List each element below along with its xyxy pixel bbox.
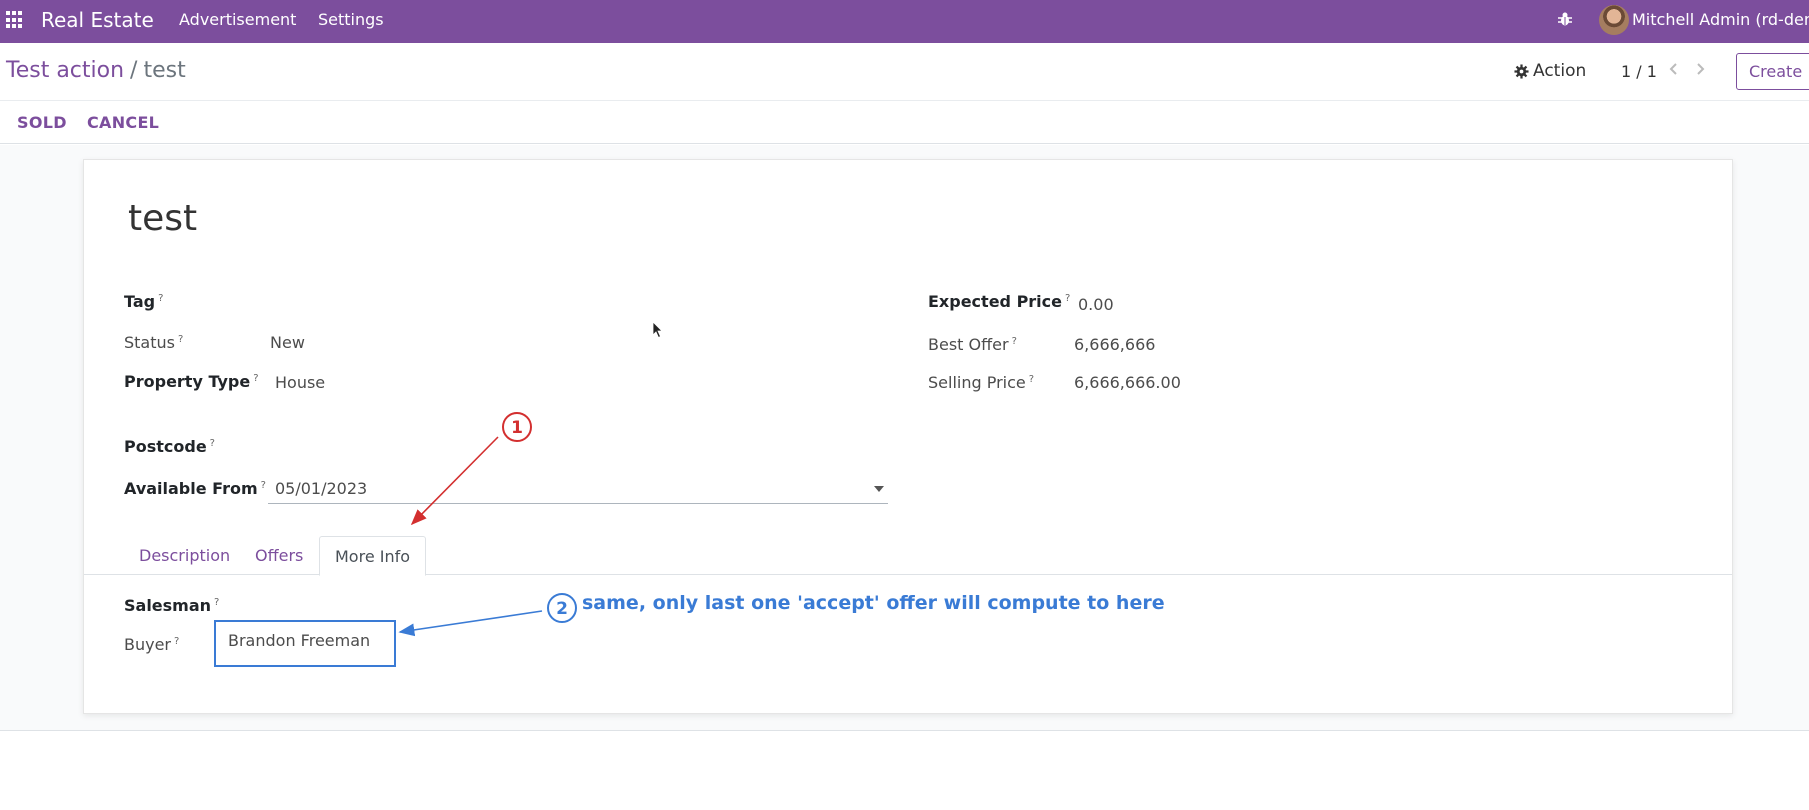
available-from-field[interactable]: 05/01/2023 — [268, 476, 888, 504]
app-brand[interactable]: Real Estate — [41, 8, 154, 32]
tag-label: Tag? — [124, 292, 164, 311]
help-icon[interactable]: ? — [214, 597, 219, 608]
buyer-label: Buyer? — [124, 635, 180, 654]
status-label: Status? — [124, 333, 184, 352]
pager-value[interactable]: 1 / 1 — [1621, 62, 1657, 81]
chevron-left-icon[interactable] — [1666, 60, 1682, 78]
app-grid-icon[interactable] — [6, 11, 24, 29]
sold-button[interactable]: SOLD — [17, 113, 67, 132]
breadcrumb-current: test — [143, 58, 186, 83]
salesman-label: Salesman? — [124, 596, 220, 615]
help-icon[interactable]: ? — [158, 293, 163, 304]
help-icon[interactable]: ? — [178, 334, 183, 345]
breadcrumb: Test action / test — [6, 58, 186, 83]
help-icon[interactable]: ? — [253, 373, 258, 384]
help-icon[interactable]: ? — [261, 480, 266, 491]
bug-icon[interactable] — [1556, 10, 1574, 28]
cancel-button[interactable]: CANCEL — [87, 113, 159, 132]
tab-more-info[interactable]: More Info — [319, 536, 427, 576]
help-icon[interactable]: ? — [1065, 293, 1070, 304]
expected-price-field[interactable]: 0.00 — [1078, 295, 1114, 314]
top-navbar: Real Estate Advertisement Settings Mitch… — [0, 0, 1809, 43]
menu-settings[interactable]: Settings — [318, 10, 384, 29]
record-title[interactable]: test — [128, 198, 197, 239]
expected-price-label: Expected Price? — [928, 292, 1071, 311]
gear-icon — [1514, 63, 1529, 79]
help-icon[interactable]: ? — [1029, 374, 1034, 385]
menu-advertisement[interactable]: Advertisement — [179, 10, 296, 29]
user-menu[interactable]: Mitchell Admin (rd-demo — [1632, 10, 1809, 29]
available-from-label: Available From? — [124, 479, 266, 498]
best-offer-label: Best Offer? — [928, 335, 1017, 354]
form-sheet: test Tag? Status? New Property Type? Hou… — [83, 159, 1733, 714]
help-icon[interactable]: ? — [210, 438, 215, 449]
available-from-value: 05/01/2023 — [275, 479, 368, 498]
form-view: test Tag? Status? New Property Type? Hou… — [0, 145, 1809, 731]
action-label: Action — [1533, 61, 1587, 81]
avatar[interactable] — [1599, 5, 1629, 35]
best-offer-value: 6,666,666 — [1074, 335, 1156, 354]
postcode-label: Postcode? — [124, 437, 215, 456]
breadcrumb-parent[interactable]: Test action — [6, 58, 124, 83]
annotation-note-2: same, only last one 'accept' offer will … — [582, 592, 1165, 614]
control-panel: Test action / test Action 1 / 1 Create SOL… — [0, 43, 1809, 144]
help-icon[interactable]: ? — [174, 636, 179, 647]
tab-description[interactable]: Description — [124, 536, 245, 575]
caret-down-icon[interactable] — [874, 486, 884, 492]
help-icon[interactable]: ? — [1012, 336, 1017, 347]
chevron-right-icon[interactable] — [1692, 60, 1708, 78]
buyer-field[interactable]: Brandon Freeman — [214, 620, 396, 667]
selling-price-label: Selling Price? — [928, 373, 1035, 392]
action-button[interactable]: Action — [1514, 61, 1586, 81]
property-type-label: Property Type? — [124, 372, 259, 391]
create-button[interactable]: Create — [1736, 53, 1809, 90]
divider — [0, 100, 1809, 101]
status-value: New — [270, 333, 305, 352]
breadcrumb-separator: / — [130, 58, 138, 83]
mouse-cursor-icon — [652, 321, 663, 339]
property-type-field[interactable]: House — [275, 373, 325, 392]
selling-price-value: 6,666,666.00 — [1074, 373, 1181, 392]
buyer-value: Brandon Freeman — [228, 631, 371, 650]
tab-offers[interactable]: Offers — [240, 536, 318, 575]
